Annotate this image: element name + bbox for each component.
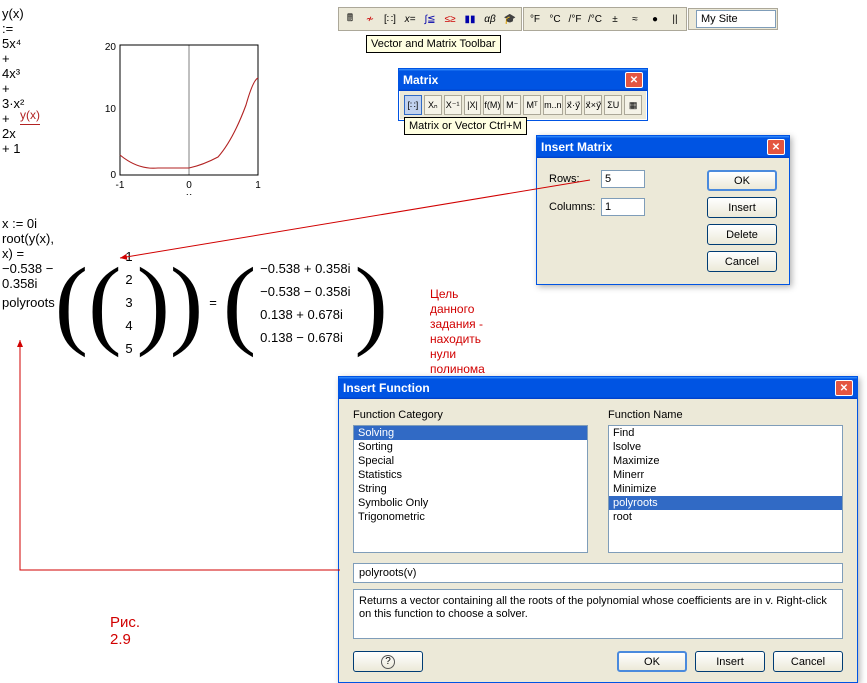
svg-text:-1: -1 (116, 180, 125, 191)
svg-text:20: 20 (105, 42, 117, 53)
palette-btn-cross[interactable]: x⃗×y⃗ (584, 95, 602, 115)
output-vector: −0.538 + 0.358i −0.538 − 0.358i 0.138 + … (256, 257, 354, 349)
list-item[interactable]: Statistics (354, 468, 587, 482)
matrix-icon[interactable]: [∷] (380, 9, 400, 29)
insert-fn-titlebar[interactable]: Insert Function ✕ (339, 377, 857, 399)
list-item[interactable]: String (354, 482, 587, 496)
list-item[interactable]: Minerr (609, 468, 842, 482)
matrix-palette-titlebar[interactable]: Matrix ✕ (399, 69, 647, 91)
name-header: Function Name (608, 409, 843, 421)
cancel-button[interactable]: Cancel (773, 651, 843, 672)
greek-icon[interactable]: αβ (480, 9, 500, 29)
palette-btn-dot[interactable]: x⃗·y⃗ (565, 95, 583, 115)
close-icon[interactable]: ✕ (767, 139, 785, 155)
help-icon: ? (381, 655, 395, 669)
svg-text:10: 10 (105, 104, 117, 115)
cols-input[interactable] (601, 198, 645, 216)
graph-icon[interactable]: ≁ (360, 9, 380, 29)
polyroots-expression: polyroots ( ( 1 2 3 4 5 ) ) = ( −0.538 +… (2, 245, 388, 360)
list-item[interactable]: Minimize (609, 482, 842, 496)
close-icon[interactable]: ✕ (625, 72, 643, 88)
calculator-icon[interactable]: 🖩 (340, 9, 360, 29)
list-item[interactable]: Solving (354, 426, 587, 440)
category-header: Function Category (353, 409, 588, 421)
insert-button[interactable]: Insert (707, 197, 777, 218)
formula-y-def: y(x) := 5x⁴ + 4x³ + 3·x² + 2x + 1 (2, 6, 24, 156)
unit-pm[interactable]: ± (605, 9, 625, 29)
svg-text:0: 0 (186, 180, 192, 191)
toolbar-group-1: 🖩 ≁ [∷] x= ∫≦ ≤≥ ▮▮ αβ 🎓 (338, 7, 522, 31)
graph-plot: 20 10 0 -1 0 1 x (98, 40, 273, 195)
svg-text:x: x (186, 191, 192, 195)
figure-caption: Рис. 2.9 (110, 614, 140, 648)
svg-text:1: 1 (255, 180, 261, 191)
unit-dot[interactable]: ● (645, 9, 665, 29)
unit-approx[interactable]: ≈ (625, 9, 645, 29)
palette-btn-subscript[interactable]: Xₙ (424, 95, 442, 115)
palette-btn-inverse[interactable]: X⁻¹ (444, 95, 462, 115)
list-item[interactable]: root (609, 510, 842, 524)
graph-legend: y(x) (20, 108, 40, 125)
signature-box: polyroots(v) (353, 563, 843, 583)
palette-btn-det[interactable]: |X| (464, 95, 482, 115)
symbolic-icon[interactable]: 🎓 (500, 9, 520, 29)
insert-matrix-dialog: Insert Matrix ✕ Rows: Columns: OK Insert… (536, 135, 790, 285)
list-item[interactable]: polyroots (609, 496, 842, 510)
palette-btn-vectorize[interactable]: f(M) (483, 95, 501, 115)
cols-label: Columns: (549, 201, 601, 213)
insert-button[interactable]: Insert (695, 651, 765, 672)
main-toolbar: 🖩 ≁ [∷] x= ∫≦ ≤≥ ▮▮ αβ 🎓 °F °C /°F /°C ±… (338, 4, 863, 34)
rows-input[interactable] (601, 170, 645, 188)
site-input[interactable] (696, 10, 776, 28)
matrix-palette-title: Matrix (403, 73, 625, 87)
ok-button[interactable]: OK (617, 651, 687, 672)
cancel-button[interactable]: Cancel (707, 251, 777, 272)
palette-btn-col[interactable]: M⁻ (503, 95, 521, 115)
list-item[interactable]: Find (609, 426, 842, 440)
unit-perF[interactable]: /°F (565, 9, 585, 29)
palette-btn-transpose[interactable]: Mᵀ (523, 95, 541, 115)
ok-button[interactable]: OK (707, 170, 777, 191)
polyroots-fn-name: polyroots (2, 295, 55, 310)
boolean-icon[interactable]: ≤≥ (440, 9, 460, 29)
close-icon[interactable]: ✕ (835, 380, 853, 396)
category-listbox[interactable]: Solving Sorting Special Statistics Strin… (353, 425, 588, 553)
list-item[interactable]: Sorting (354, 440, 587, 454)
unit-degC[interactable]: °C (545, 9, 565, 29)
insert-matrix-title: Insert Matrix (541, 140, 767, 154)
delete-button[interactable]: Delete (707, 224, 777, 245)
description-box: Returns a vector containing all the root… (353, 589, 843, 639)
input-vector: 1 2 3 4 5 (121, 245, 136, 360)
palette-btn-range[interactable]: m..n (543, 95, 563, 115)
palette-btn-matrix[interactable]: [∷] (404, 95, 422, 115)
insert-fn-title: Insert Function (343, 381, 835, 395)
list-item[interactable]: Symbolic Only (354, 496, 587, 510)
list-item[interactable]: Trigonometric (354, 510, 587, 524)
toolbar-group-units: °F °C /°F /°C ± ≈ ● || (523, 7, 687, 31)
insert-function-dialog: Insert Function ✕ Function Category Solv… (338, 376, 858, 683)
list-item[interactable]: Maximize (609, 454, 842, 468)
calc-icon[interactable]: ∫≦ (420, 9, 440, 29)
eval-icon[interactable]: x= (400, 9, 420, 29)
unit-perC[interactable]: /°C (585, 9, 605, 29)
toolbar-group-site (688, 8, 778, 30)
unit-degF[interactable]: °F (525, 9, 545, 29)
help-button[interactable]: ? (353, 651, 423, 672)
matrix-palette-window: Matrix ✕ [∷] Xₙ X⁻¹ |X| f(M) M⁻ Mᵀ m..n … (398, 68, 648, 121)
list-item[interactable]: Special (354, 454, 587, 468)
insert-matrix-titlebar[interactable]: Insert Matrix ✕ (537, 136, 789, 158)
name-listbox[interactable]: Find lsolve Maximize Minerr Minimize pol… (608, 425, 843, 553)
palette-btn-sum[interactable]: ΣU (604, 95, 622, 115)
tooltip-vector-matrix: Vector and Matrix Toolbar (366, 35, 501, 53)
rows-label: Rows: (549, 173, 601, 185)
programming-icon[interactable]: ▮▮ (460, 9, 480, 29)
list-item[interactable]: lsolve (609, 440, 842, 454)
unit-bars[interactable]: || (665, 9, 685, 29)
palette-btn-picture[interactable]: ▦ (624, 95, 642, 115)
tooltip-matrix-vector: Matrix or Vector Ctrl+M (404, 117, 527, 135)
